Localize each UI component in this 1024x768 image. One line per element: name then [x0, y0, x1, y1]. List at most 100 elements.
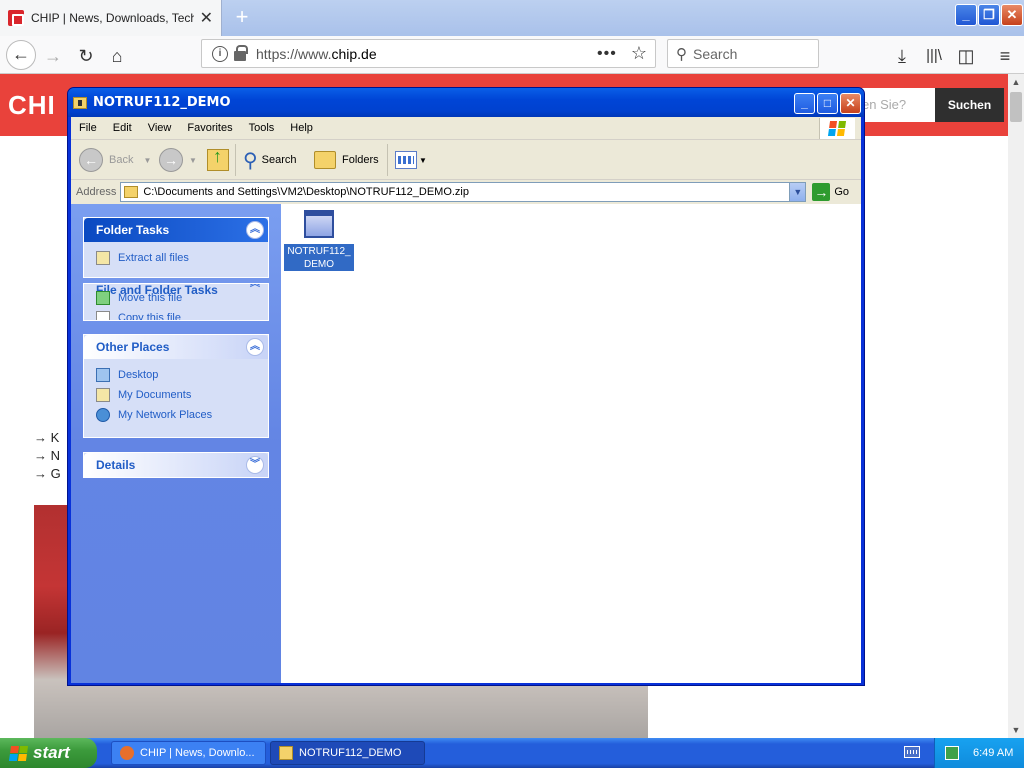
toolbar-separator: [235, 144, 236, 176]
expand-chevron-icon[interactable]: ︾: [246, 456, 264, 474]
url-bar[interactable]: i https://www.chip.de ••• ☆: [201, 39, 656, 68]
details-panel: Details ︾: [83, 452, 269, 478]
details-header[interactable]: Details ︾: [84, 453, 268, 477]
browser-close-button[interactable]: ✕: [1001, 4, 1023, 26]
browser-minimize-button[interactable]: _: [955, 4, 977, 26]
reload-icon[interactable]: ↻: [74, 44, 98, 68]
browser-search-box[interactable]: ⚲ Search: [667, 39, 819, 68]
scroll-down-icon[interactable]: ▼: [1008, 722, 1024, 738]
forward-arrow-icon[interactable]: →: [41, 44, 65, 68]
collapse-chevron-icon[interactable]: ︽: [246, 338, 264, 356]
collapse-chevron-icon[interactable]: ︽: [246, 221, 264, 239]
folders-button[interactable]: Folders: [314, 146, 379, 174]
file-tasks-panel: File and Folder Tasks ︽ Move this file C…: [83, 283, 269, 321]
page-link[interactable]: → N: [34, 448, 60, 463]
network-places-icon: [96, 408, 110, 422]
address-value: C:\Documents and Settings\VM2\Desktop\NO…: [143, 186, 469, 198]
desktop-icon: [96, 368, 110, 382]
maximize-button[interactable]: □: [817, 93, 838, 114]
explorer-window: NOTRUF112_DEMO _ □ ✕ File Edit View Favo…: [67, 87, 865, 686]
page-scrollbar[interactable]: [1008, 74, 1024, 738]
my-documents-icon: [96, 388, 110, 402]
chip-search-input[interactable]: en Sie?: [862, 88, 935, 122]
go-button[interactable]: → Go: [812, 183, 849, 201]
address-bar: Address C:\Documents and Settings\VM2\De…: [71, 180, 861, 204]
file-tasks-chevron-icon[interactable]: ︽: [246, 284, 264, 294]
place-desktop[interactable]: Desktop: [96, 365, 256, 385]
menu-edit[interactable]: Edit: [105, 122, 140, 134]
page-actions-icon[interactable]: •••: [597, 45, 617, 63]
address-field[interactable]: C:\Documents and Settings\VM2\Desktop\NO…: [120, 182, 807, 202]
browser-tab[interactable]: CHIP | News, Downloads, Tech- & ✕: [0, 0, 222, 36]
back-arrow-icon[interactable]: ←: [6, 40, 36, 70]
place-network[interactable]: My Network Places: [96, 405, 256, 425]
search-magnifier-icon: ⚲: [243, 149, 258, 172]
close-button[interactable]: ✕: [840, 93, 861, 114]
application-window-icon[interactable]: [304, 210, 334, 238]
back-button[interactable]: ← Back ▼: [79, 146, 151, 174]
windows-flag-icon: [819, 118, 855, 139]
extract-icon: [96, 251, 110, 265]
taskbar-firefox[interactable]: CHIP | News, Downlo...: [111, 741, 266, 765]
tab-close-icon[interactable]: ✕: [200, 8, 213, 28]
forward-dropdown-icon[interactable]: ▼: [189, 156, 197, 165]
menu-tools[interactable]: Tools: [241, 122, 283, 134]
hamburger-menu-icon[interactable]: ≡: [993, 44, 1017, 68]
page-link[interactable]: → G: [34, 466, 61, 481]
system-tray: 6:49 AM: [934, 738, 1024, 768]
bookmark-star-icon[interactable]: ☆: [631, 43, 647, 64]
task-copy-file[interactable]: Copy this file: [96, 308, 182, 320]
browser-restore-button[interactable]: ❐: [978, 4, 1000, 26]
menu-help[interactable]: Help: [282, 122, 321, 134]
copy-icon: [96, 311, 110, 320]
minimize-button[interactable]: _: [794, 93, 815, 114]
other-places-header[interactable]: Other Places ︽: [84, 335, 268, 359]
firefox-icon: [120, 746, 134, 760]
forward-button[interactable]: → ▼: [159, 146, 197, 174]
up-folder-icon: [207, 146, 229, 171]
home-icon[interactable]: ⌂: [105, 44, 129, 68]
chip-search-button[interactable]: Suchen: [935, 88, 1004, 122]
folder-tasks-header[interactable]: Folder Tasks ︽: [84, 218, 268, 242]
folders-icon: [314, 151, 336, 169]
clock[interactable]: 6:49 AM: [973, 747, 1013, 759]
library-icon[interactable]: |||\: [922, 44, 946, 68]
network-tray-icon[interactable]: [945, 746, 959, 760]
sidebar-icon[interactable]: ◫: [954, 44, 978, 68]
other-places-panel: Other Places ︽ Desktop My Documents My N…: [83, 334, 269, 438]
task-move-file[interactable]: Move this file: [96, 288, 182, 308]
back-dropdown-icon[interactable]: ▼: [143, 156, 151, 165]
taskbar-explorer[interactable]: NOTRUF112_DEMO: [270, 741, 425, 765]
search-button[interactable]: ⚲ Search: [243, 146, 297, 174]
file-list-area[interactable]: [281, 204, 861, 683]
views-button[interactable]: ▼: [395, 146, 427, 174]
windows-logo-icon: [8, 745, 29, 761]
page-link[interactable]: → K: [34, 430, 59, 445]
move-icon: [96, 291, 110, 305]
browser-nav-bar: ← → ↻ ⌂ i https://www.chip.de ••• ☆ ⚲ Se…: [0, 36, 1024, 74]
scroll-up-icon[interactable]: ▲: [1008, 74, 1024, 90]
new-tab-button[interactable]: +: [230, 5, 254, 29]
scroll-thumb[interactable]: [1010, 92, 1022, 122]
explorer-title-bar[interactable]: NOTRUF112_DEMO: [68, 88, 864, 117]
download-icon[interactable]: ⤓: [890, 44, 914, 68]
keyboard-icon[interactable]: [904, 746, 920, 758]
address-dropdown-icon[interactable]: ▼: [789, 183, 806, 201]
go-arrow-icon: →: [812, 183, 831, 201]
menu-view[interactable]: View: [140, 122, 180, 134]
menu-file[interactable]: File: [71, 122, 105, 134]
chip-logo[interactable]: CHI: [8, 90, 56, 121]
menu-favorites[interactable]: Favorites: [179, 122, 240, 134]
browser-tab-title: CHIP | News, Downloads, Tech- &: [31, 11, 194, 25]
place-my-documents[interactable]: My Documents: [96, 385, 256, 405]
chip-favicon-icon: [8, 10, 24, 26]
search-icon: ⚲: [676, 45, 687, 63]
address-label: Address: [76, 186, 117, 198]
zip-folder-taskbar-icon: [279, 746, 293, 760]
info-icon[interactable]: i: [212, 45, 228, 62]
start-button[interactable]: start: [0, 738, 97, 768]
menu-bar: File Edit View Favorites Tools Help: [71, 117, 861, 140]
task-extract-all[interactable]: Extract all files: [96, 248, 256, 268]
up-folder-button[interactable]: [207, 146, 229, 174]
file-item-label[interactable]: NOTRUF112_ DEMO: [284, 244, 354, 271]
